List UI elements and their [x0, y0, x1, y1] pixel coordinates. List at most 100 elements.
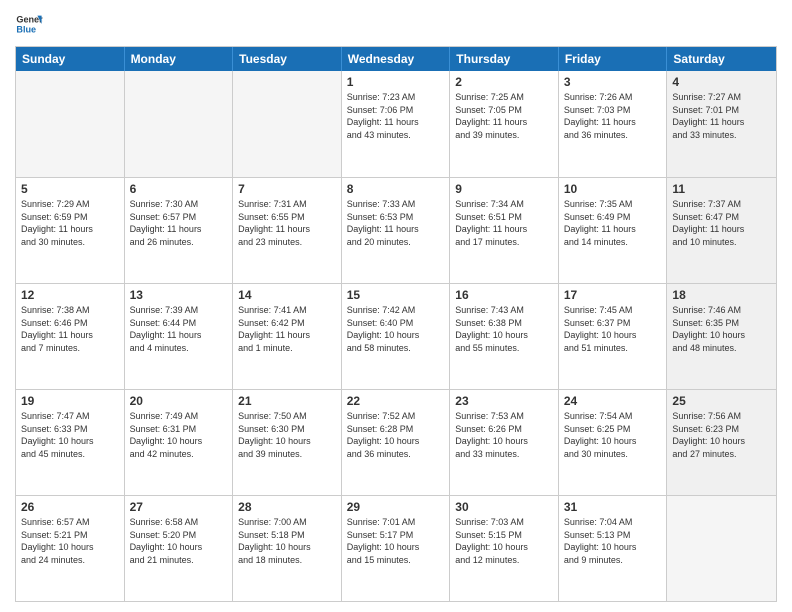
cell-info-line: Sunrise: 7:37 AM [672, 199, 771, 211]
cell-info-line: Sunrise: 7:27 AM [672, 92, 771, 104]
header-cell-saturday: Saturday [667, 47, 776, 71]
cell-info-line: Sunset: 5:21 PM [21, 530, 119, 542]
cell-info-line: Sunrise: 7:26 AM [564, 92, 662, 104]
calendar-cell: 23Sunrise: 7:53 AMSunset: 6:26 PMDayligh… [450, 390, 559, 495]
calendar-cell: 9 Sunrise: 7:34 AMSunset: 6:51 PMDaylight… [450, 178, 559, 283]
day-number: 28 [238, 500, 336, 514]
calendar-cell: 29Sunrise: 7:01 AMSunset: 5:17 PMDayligh… [342, 496, 451, 601]
cell-info-line: and 14 minutes. [564, 237, 662, 249]
day-number: 1 [347, 75, 445, 89]
cell-info-line: Daylight: 11 hours [347, 224, 445, 236]
cell-info-line: Sunrise: 7:34 AM [455, 199, 553, 211]
day-number: 3 [564, 75, 662, 89]
cell-info-line: Sunrise: 7:50 AM [238, 411, 336, 423]
calendar-cell: 17Sunrise: 7:45 AMSunset: 6:37 PMDayligh… [559, 284, 668, 389]
cell-info-line: and 30 minutes. [564, 449, 662, 461]
day-number: 4 [672, 75, 771, 89]
cell-info-line: Daylight: 10 hours [21, 542, 119, 554]
cell-info-line: Daylight: 11 hours [238, 330, 336, 342]
cell-info-line: Sunrise: 7:30 AM [130, 199, 228, 211]
cell-info-line: Daylight: 11 hours [455, 224, 553, 236]
cell-info-line: Daylight: 11 hours [21, 224, 119, 236]
cell-info-line: Sunset: 6:55 PM [238, 212, 336, 224]
calendar-cell: 7Sunrise: 7:31 AMSunset: 6:55 PMDaylight… [233, 178, 342, 283]
day-number: 17 [564, 288, 662, 302]
cell-info-line: Daylight: 10 hours [238, 542, 336, 554]
day-number: 21 [238, 394, 336, 408]
cell-info-line: Daylight: 10 hours [564, 436, 662, 448]
cell-info-line: Sunrise: 7:41 AM [238, 305, 336, 317]
cell-info-line: Daylight: 11 hours [564, 224, 662, 236]
cell-info-line: and 7 minutes. [21, 343, 119, 355]
calendar-cell: 30Sunrise: 7:03 AMSunset: 5:15 PMDayligh… [450, 496, 559, 601]
cell-info-line: Daylight: 11 hours [672, 117, 771, 129]
calendar-header: SundayMondayTuesdayWednesdayThursdayFrid… [16, 47, 776, 71]
cell-info-line: Daylight: 10 hours [564, 330, 662, 342]
cell-info-line: Daylight: 11 hours [455, 117, 553, 129]
calendar-cell: 24Sunrise: 7:54 AMSunset: 6:25 PMDayligh… [559, 390, 668, 495]
cell-info-line: and 1 minute. [238, 343, 336, 355]
day-number: 25 [672, 394, 771, 408]
day-number: 12 [21, 288, 119, 302]
cell-info-line: Sunrise: 7:46 AM [672, 305, 771, 317]
cell-info-line: Daylight: 10 hours [347, 542, 445, 554]
cell-info-line: Sunset: 6:26 PM [455, 424, 553, 436]
calendar-cell: 1Sunrise: 7:23 AMSunset: 7:06 PMDaylight… [342, 71, 451, 177]
cell-info-line: Sunset: 6:31 PM [130, 424, 228, 436]
header-cell-monday: Monday [125, 47, 234, 71]
calendar-row: 12Sunrise: 7:38 AMSunset: 6:46 PMDayligh… [16, 283, 776, 389]
cell-info-line: Sunset: 6:51 PM [455, 212, 553, 224]
header-cell-thursday: Thursday [450, 47, 559, 71]
cell-info-line: Sunrise: 7:03 AM [455, 517, 553, 529]
calendar-cell: 16Sunrise: 7:43 AMSunset: 6:38 PMDayligh… [450, 284, 559, 389]
cell-info-line: and 58 minutes. [347, 343, 445, 355]
cell-info-line: Daylight: 10 hours [238, 436, 336, 448]
calendar-cell: 8Sunrise: 7:33 AMSunset: 6:53 PMDaylight… [342, 178, 451, 283]
cell-info-line: Daylight: 11 hours [130, 224, 228, 236]
cell-info-line: Sunset: 6:40 PM [347, 318, 445, 330]
cell-info-line: Sunrise: 7:00 AM [238, 517, 336, 529]
day-number: 29 [347, 500, 445, 514]
calendar-cell [233, 71, 342, 177]
day-number: 6 [130, 182, 228, 196]
cell-info-line: Sunrise: 6:57 AM [21, 517, 119, 529]
cell-info-line: Sunset: 7:01 PM [672, 105, 771, 117]
cell-info-line: Sunrise: 7:38 AM [21, 305, 119, 317]
calendar-cell: 14Sunrise: 7:41 AMSunset: 6:42 PMDayligh… [233, 284, 342, 389]
cell-info-line: Daylight: 10 hours [21, 436, 119, 448]
cell-info-line: Sunset: 6:59 PM [21, 212, 119, 224]
cell-info-line: Sunset: 6:37 PM [564, 318, 662, 330]
cell-info-line: Daylight: 11 hours [21, 330, 119, 342]
cell-info-line: Sunrise: 7:29 AM [21, 199, 119, 211]
cell-info-line: Sunset: 6:28 PM [347, 424, 445, 436]
cell-info-line: Daylight: 11 hours [564, 117, 662, 129]
cell-info-line: Sunrise: 7:53 AM [455, 411, 553, 423]
day-number: 23 [455, 394, 553, 408]
cell-info-line: Sunset: 6:46 PM [21, 318, 119, 330]
cell-info-line: and 51 minutes. [564, 343, 662, 355]
cell-info-line: and 55 minutes. [455, 343, 553, 355]
calendar-row: 19Sunrise: 7:47 AMSunset: 6:33 PMDayligh… [16, 389, 776, 495]
cell-info-line: Daylight: 10 hours [672, 330, 771, 342]
day-number: 15 [347, 288, 445, 302]
cell-info-line: Sunrise: 7:52 AM [347, 411, 445, 423]
calendar-cell: 6Sunrise: 7:30 AMSunset: 6:57 PMDaylight… [125, 178, 234, 283]
calendar-cell: 22Sunrise: 7:52 AMSunset: 6:28 PMDayligh… [342, 390, 451, 495]
day-number: 20 [130, 394, 228, 408]
cell-info-line: Sunset: 7:05 PM [455, 105, 553, 117]
header-cell-sunday: Sunday [16, 47, 125, 71]
day-number: 18 [672, 288, 771, 302]
cell-info-line: Sunset: 6:42 PM [238, 318, 336, 330]
calendar-cell: 5Sunrise: 7:29 AMSunset: 6:59 PMDaylight… [16, 178, 125, 283]
day-number: 13 [130, 288, 228, 302]
cell-info-line: Daylight: 10 hours [347, 436, 445, 448]
day-number: 9 [455, 182, 553, 196]
cell-info-line: Sunrise: 7:04 AM [564, 517, 662, 529]
calendar-cell: 11Sunrise: 7:37 AMSunset: 6:47 PMDayligh… [667, 178, 776, 283]
cell-info-line: Sunrise: 7:35 AM [564, 199, 662, 211]
calendar-row: 1Sunrise: 7:23 AMSunset: 7:06 PMDaylight… [16, 71, 776, 177]
cell-info-line: and 4 minutes. [130, 343, 228, 355]
cell-info-line: Sunset: 5:15 PM [455, 530, 553, 542]
cell-info-line: Daylight: 11 hours [238, 224, 336, 236]
cell-info-line: Sunset: 6:38 PM [455, 318, 553, 330]
